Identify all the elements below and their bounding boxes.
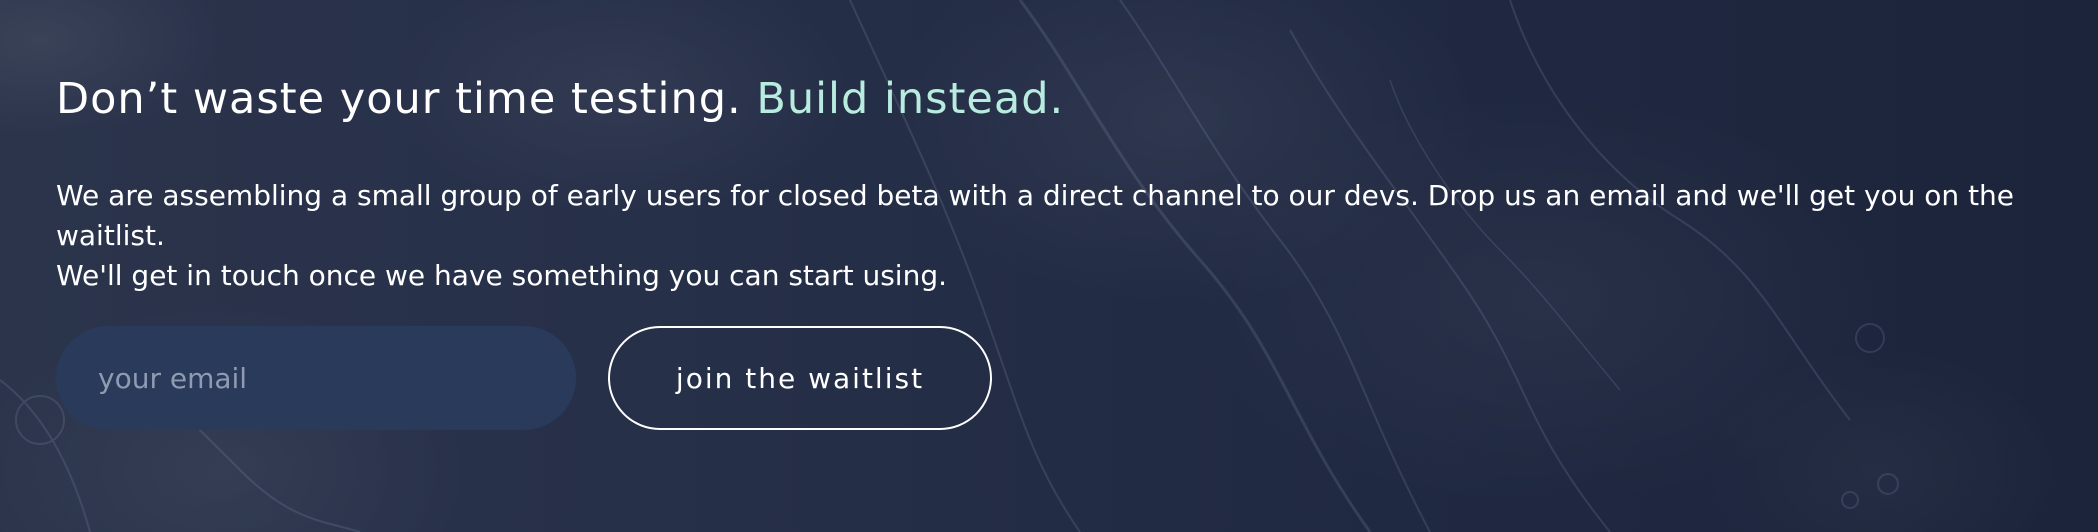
join-waitlist-button[interactable]: join the waitlist xyxy=(608,326,992,430)
headline-accent-text: Build instead. xyxy=(756,74,1065,124)
headline-main-text: Don’t waste your time testing. xyxy=(56,74,742,124)
page-title: Don’t waste your time testing. Build ins… xyxy=(56,74,1064,124)
waitlist-description: We are assembling a small group of early… xyxy=(56,176,2066,296)
waitlist-form: join the waitlist xyxy=(56,326,1056,430)
email-field-container xyxy=(56,326,576,430)
email-input[interactable] xyxy=(56,326,576,430)
description-line-1: We are assembling a small group of early… xyxy=(56,179,2015,252)
description-line-2: We'll get in touch once we have somethin… xyxy=(56,259,947,292)
